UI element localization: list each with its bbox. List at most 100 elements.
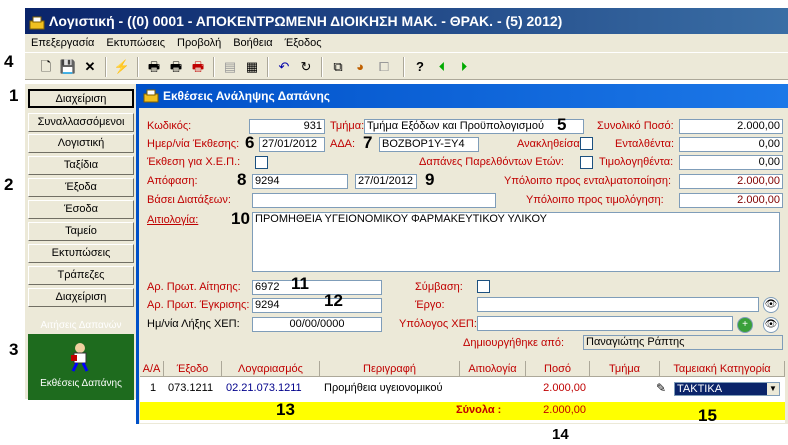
ada-field[interactable]: ΒΟΖΒΟΡ1Υ-ΞΥ4 [379, 137, 479, 152]
timologithenta-label: Τιμολογηθέντα: [599, 156, 674, 168]
sidebar-item-expenses[interactable]: Έξοδα [28, 178, 134, 197]
synoliko-field[interactable]: 2.000,00 [679, 119, 783, 134]
help-icon[interactable]: ? [411, 58, 429, 76]
ypologos-view-icon[interactable]: 👁 [763, 317, 779, 333]
sidebar-item-requests[interactable]: Αιτήσεις Δαπανών [28, 320, 134, 331]
person-icon [66, 342, 94, 372]
marker-11: 11 [291, 274, 309, 293]
apofasi-date-field[interactable]: 27/01/2012 [355, 174, 417, 189]
col-tmima[interactable]: Τμήμα [590, 361, 660, 377]
print-preview-icon[interactable]: 🖶 [167, 58, 185, 76]
marker-9: 9 [425, 170, 435, 189]
sidebar-item-trips[interactable]: Ταξίδια [28, 156, 134, 175]
ergo-view-icon[interactable]: 👁 [763, 297, 779, 313]
tameiaki-select[interactable]: ΤΑΚΤΙΚΑ ▼ [674, 382, 780, 396]
dimiourgithike-field: Παναγιώτης Ράπτης [583, 335, 783, 350]
col-logariasmos[interactable]: Λογαριασμός [222, 361, 320, 377]
col-perigrafi[interactable]: Περιγραφή [320, 361, 460, 377]
print-setup-icon[interactable]: 🖶 [189, 58, 207, 76]
xep-checkbox[interactable] [255, 156, 268, 169]
row-edit-icon[interactable]: ✎ [656, 381, 666, 396]
col-poso[interactable]: Ποσό [526, 361, 590, 377]
symvasi-checkbox[interactable] [477, 280, 490, 293]
marker-12: 12 [324, 291, 343, 310]
chevron-down-icon[interactable]: ▼ [767, 383, 779, 395]
sidebar-item-management[interactable]: Διαχείριση [28, 89, 134, 108]
tmima-label: Τμήμα: [330, 120, 365, 132]
sidebar-item-reports[interactable]: Εκθέσεις Δαπάνης [28, 378, 134, 389]
timologithenta-field[interactable]: 0,00 [679, 155, 783, 170]
menu-exit[interactable]: Έξοδος [279, 34, 328, 52]
tmima-field[interactable]: Τμήμα Εξόδων και Προϋπολογισμού [364, 119, 584, 134]
dapanes-label: Δαπάνες Παρελθόντων Ετών: [419, 156, 564, 168]
menu-edit[interactable]: Επεξεργασία [25, 34, 100, 52]
table-icon[interactable]: ▦ [243, 58, 261, 76]
hmer-field[interactable]: 27/01/2012 [259, 137, 325, 152]
delete-icon[interactable]: ✕ [81, 58, 99, 76]
sidebar-item-prints[interactable]: Εκτυπώσεις [28, 244, 134, 263]
entaltenta-field[interactable]: 0,00 [679, 137, 783, 152]
col-exodo[interactable]: Έξοδο [164, 361, 222, 377]
window-title-bar: Λογιστική - ((0) 0001 - ΑΠΟΚΕΝΤΡΩΜΕΝΗ ΔΙ… [25, 8, 788, 34]
undo-icon[interactable]: ↶ [275, 58, 293, 76]
dimiourgithike-label: Δημιουργήθηκε από: [463, 337, 565, 349]
expense-table: Α/Α Έξοδο Λογαριασμός Περιγραφή Αιτιολογ… [140, 361, 785, 423]
toolbar: 🗋 💾 ✕ ⚡ 🖶 🖶 🖶 ▤ ▦ ↶ ↻ ⧉ ◕ ⧠ ? ⏴ ⏵ [25, 52, 788, 80]
vasei-field[interactable] [252, 193, 496, 208]
menu-help[interactable]: Βοήθεια [227, 34, 278, 52]
cell-poso: 2.000,00 [543, 382, 586, 394]
ar-egkrisis-label: Αρ. Πρωτ. Έγκρισης: [147, 299, 250, 311]
aitiologia-textarea[interactable]: ΠΡΟΜΗΘΕΙΑ ΥΓΕΙΟΝΟΜΙΚΟΥ ΦΑΡΜΑΚΕΥΤΙΚΟΥ ΥΛΙ… [252, 212, 780, 272]
xep-label: Έκθεση για Χ.Ε.Π.: [147, 156, 241, 168]
lixi-label: Ημ/νία Λήξης ΧΕΠ: [147, 318, 240, 330]
add-icon[interactable]: + [737, 317, 753, 333]
apofasi-field[interactable]: 9294 [252, 174, 348, 189]
marker-8: 8 [237, 170, 247, 189]
marker-6: 6 [245, 133, 255, 152]
sidebar-item-income[interactable]: Έσοδα [28, 200, 134, 219]
sidebar-item-contractors[interactable]: Συναλλασσόμενοι [28, 113, 134, 132]
lightning-icon[interactable]: ⚡ [113, 58, 131, 76]
save-icon[interactable]: 💾 [59, 58, 77, 76]
totals-row: Σύνολα : 2.000,00 [140, 402, 785, 420]
sidebar-item-admin[interactable]: Διαχείριση [28, 288, 134, 307]
chart-icon[interactable]: ◕ [351, 58, 369, 76]
ypol-tim-field[interactable]: 2.000,00 [679, 193, 783, 208]
ergo-field[interactable] [477, 297, 759, 312]
window-icon[interactable]: ⧠ [375, 58, 393, 76]
aitiologia-label[interactable]: Αιτιολογία: [147, 214, 198, 226]
apofasi-label: Απόφαση: [147, 175, 198, 187]
col-aitiologia[interactable]: Αιτιολογία [460, 361, 526, 377]
sidebar-item-cash[interactable]: Ταμείο [28, 222, 134, 241]
col-tameiaki[interactable]: Ταμειακή Κατηγορία [660, 361, 785, 377]
report-icon[interactable]: ▤ [221, 58, 239, 76]
app-icon [29, 13, 45, 30]
ar-aitisis-field[interactable]: 6972 [252, 280, 382, 295]
marker-10: 10 [231, 209, 250, 228]
copy-icon[interactable]: ⧉ [329, 58, 347, 76]
sidebar-item-banks[interactable]: Τράπεζες [28, 266, 134, 285]
ypol-ent-field[interactable]: 2.000,00 [679, 174, 783, 189]
sidebar-item-accounting[interactable]: Λογιστική [28, 134, 134, 153]
symvasi-label: Σύμβαση: [415, 281, 463, 293]
menu-print[interactable]: Εκτυπώσεις [100, 34, 171, 52]
anaklithisa-checkbox[interactable] [580, 137, 593, 150]
back-icon[interactable]: ⏴ [433, 58, 451, 76]
new-icon[interactable]: 🗋 [37, 58, 55, 76]
exit-icon[interactable]: ⏵ [455, 58, 473, 76]
refresh-icon[interactable]: ↻ [297, 58, 315, 76]
marker-13: 13 [276, 400, 295, 419]
kodikos-field[interactable]: 931 [249, 119, 325, 134]
lixi-field[interactable]: 00/00/0000 [252, 317, 382, 332]
window-title: Λογιστική - ((0) 0001 - ΑΠΟΚΕΝΤΡΩΜΕΝΗ ΔΙ… [49, 13, 563, 29]
anaklithisa-label: Ανακληθείσα: [517, 138, 583, 150]
panel-header: Εκθέσεις Ανάληψης Δαπάνης [139, 84, 788, 108]
marker-15: 15 [698, 406, 717, 425]
ar-egkrisis-field[interactable]: 9294 [252, 298, 382, 313]
menu-bar: Επεξεργασία Εκτυπώσεις Προβολή Βοήθεια Έξοδο… [25, 34, 788, 52]
ypologos-field[interactable] [477, 316, 733, 331]
dapanes-checkbox[interactable] [580, 156, 593, 169]
print-icon[interactable]: 🖶 [145, 58, 163, 76]
menu-view[interactable]: Προβολή [171, 34, 227, 52]
col-aa[interactable]: Α/Α [140, 361, 164, 377]
